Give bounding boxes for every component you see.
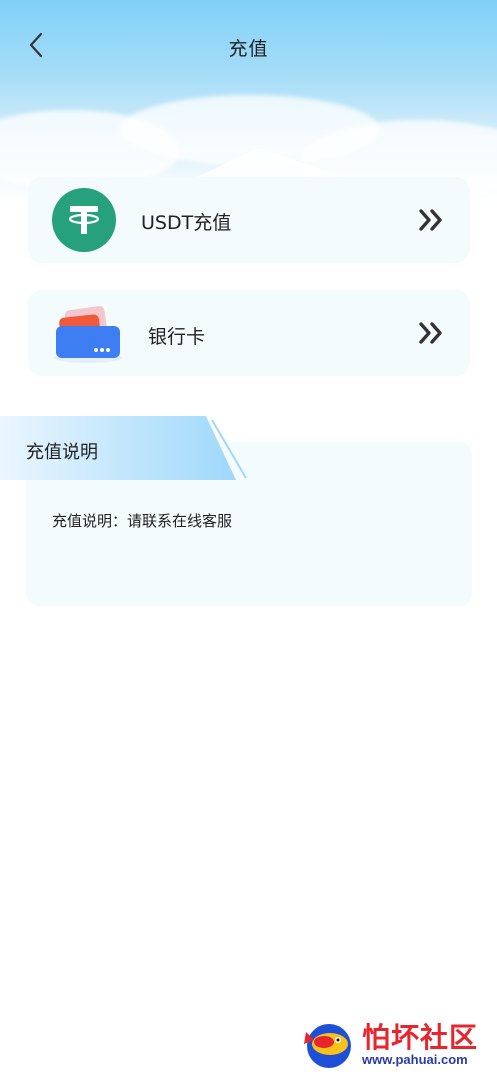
fish-logo-icon [304, 1024, 351, 1068]
bank-card-option[interactable]: 银行卡 [28, 290, 470, 376]
bank-card-icon [54, 306, 122, 363]
usdt-tether-icon [52, 188, 116, 252]
usdt-recharge-option[interactable]: USDT充值 [28, 177, 470, 263]
bank-card-label: 银行卡 [148, 326, 206, 348]
header-background [0, 0, 497, 200]
watermark-url: www.pahuai.com [362, 1052, 468, 1067]
mountain-decoration [190, 148, 350, 180]
watermark-title: 怕坏社区 [362, 1021, 479, 1054]
site-watermark: 怕坏社区 www.pahuai.com [300, 1014, 490, 1072]
info-text: 充值说明：请联系在线客服 [52, 512, 233, 530]
usdt-recharge-label: USDT充值 [141, 212, 232, 234]
double-chevron-right-icon [419, 209, 442, 231]
double-chevron-right-icon [419, 322, 442, 344]
page-title: 充值 [228, 38, 269, 60]
info-heading: 充值说明 [26, 442, 98, 463]
